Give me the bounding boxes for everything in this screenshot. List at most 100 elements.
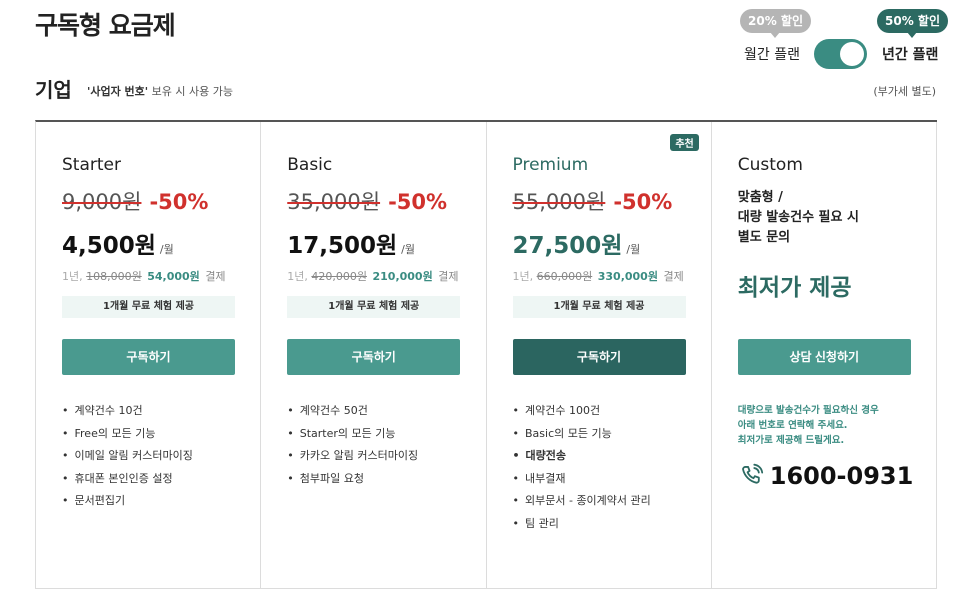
feature-text: 계약건수 50건 [299, 404, 368, 417]
yearly-price: 210,000원 [372, 270, 433, 283]
feature-item: 팀 관리 [513, 516, 651, 539]
contact-note-line: 아래 번호로 연락해 주세요. [737, 420, 848, 431]
yearly-prefix: 1년, [512, 270, 534, 283]
subscribe-button[interactable]: 구독하기 [287, 339, 461, 375]
free-trial-badge: 1개월 무료 체험 제공 [512, 296, 686, 318]
current-price: 17,500원 [287, 233, 398, 259]
pricing-cards: Starter 9,000원 -50% 4,500원/월 1년, 108,000원… [35, 120, 937, 589]
feature-text: 내부결재 [525, 471, 566, 485]
feature-item: 계약건수 10건 [62, 403, 193, 426]
feature-item: 이메일 알림 커스터마이징 [62, 448, 193, 471]
contact-note-line: 최저가로 제공해 드릴게요. [737, 435, 845, 446]
feature-text: 계약건수 100건 [525, 404, 601, 417]
custom-description-line: 대량 발송건수 필요 시 [737, 210, 859, 225]
current-price-row: 27,500원/월 [513, 226, 641, 260]
feature-item: 휴대폰 본인인증 설정 [62, 471, 193, 494]
vat-note: (부가세 별도) [873, 85, 936, 98]
current-price: 27,500원 [512, 233, 623, 259]
free-trial-badge: 1개월 무료 체험 제공 [62, 296, 235, 318]
plan-card-custom: Custom 맞춤형 / 대량 발송건수 필요 시 별도 문의 최저가 제공 상… [712, 122, 937, 588]
discount-rate: -50% [149, 190, 209, 214]
feature-text: 문서편집기 [74, 494, 126, 507]
feature-text: 카카오 알림 커스터마이징 [299, 449, 419, 462]
yearly-suffix: 결제 [663, 270, 684, 283]
feature-item: Free의 모든 기능 [62, 426, 193, 449]
yearly-original-price: 108,000원 [86, 270, 142, 283]
yearly-original-price: 420,000원 [311, 270, 367, 283]
section-title: 기업 [35, 78, 72, 102]
section-note: '사업자 번호' 보유 시 사용 가능 [87, 83, 233, 99]
feature-item: 내부결재 [513, 471, 651, 494]
page-title: 구독형 요금제 [35, 11, 176, 40]
feature-text: 팀 관리 [525, 516, 559, 530]
per-month: /월 [159, 243, 174, 256]
per-month: /월 [626, 243, 641, 256]
subscribe-button[interactable]: 구독하기 [512, 339, 686, 375]
plan-card-premium: 추천 Premium 55,000원 -50% 27,500원/월 1년, 660… [487, 122, 712, 588]
feature-text: 대량전송 [525, 449, 567, 462]
yearly-payment: 1년, 108,000원 54,000원 결제 [62, 268, 226, 284]
feature-text: 휴대폰 본인인증 설정 [74, 471, 173, 485]
feature-text: Basic의 모든 기능 [525, 426, 612, 440]
section-note-rest: 보유 시 사용 가능 [148, 85, 233, 98]
custom-description: 맞춤형 / 대량 발송건수 필요 시 별도 문의 [738, 188, 859, 248]
current-price-row: 4,500원/월 [62, 226, 174, 260]
toggle-knob [840, 42, 864, 66]
plan-card-starter: Starter 9,000원 -50% 4,500원/월 1년, 108,000원… [36, 122, 262, 588]
plan-name: Premium [512, 155, 589, 175]
price-row: 35,000원 -50% [287, 186, 447, 216]
feature-list: 계약건수 10건 Free의 모든 기능 이메일 알림 커스터마이징 휴대폰 본… [62, 403, 193, 516]
feature-item: 문서편집기 [62, 493, 193, 516]
custom-description-line: 별도 문의 [737, 230, 791, 245]
lowest-price-text: 최저가 제공 [737, 275, 852, 301]
contact-note-line: 대량으로 발송건수가 필요하신 경우 [737, 405, 879, 416]
subscribe-button[interactable]: 구독하기 [62, 339, 235, 375]
feature-list: 계약건수 100건 Basic의 모든 기능 대량전송 내부결재 외부문서 - … [513, 403, 651, 538]
yearly-prefix: 1년, [287, 270, 308, 283]
custom-description-line: 맞춤형 / [737, 190, 783, 205]
feature-text: 외부문서 - 종이계약서 관리 [525, 494, 651, 507]
plan-card-basic: Basic 35,000원 -50% 17,500원/월 1년, 420,000원… [261, 122, 487, 588]
yearly-price: 54,000원 [147, 270, 200, 283]
per-month: /월 [401, 243, 415, 256]
contact-note: 대량으로 발송건수가 필요하신 경우 아래 번호로 연락해 주세요. 최저가로 … [738, 403, 879, 448]
billing-period-toggle[interactable] [814, 39, 867, 69]
current-price-row: 17,500원/월 [287, 226, 415, 260]
yearly-suffix: 결제 [205, 270, 226, 283]
feature-text: Free의 모든 기능 [74, 426, 156, 440]
yearly-payment: 1년, 420,000원 210,000원 결제 [287, 268, 458, 284]
feature-item: 대량전송 [513, 448, 651, 471]
plan-name: Custom [737, 155, 803, 175]
original-price: 35,000원 [287, 190, 381, 214]
discount-rate: -50% [613, 190, 673, 214]
monthly-discount-badge: 20% 할인 [740, 9, 811, 38]
original-price: 55,000원 [512, 190, 606, 214]
price-row: 9,000원 -50% [62, 186, 208, 216]
plan-name: Starter [62, 155, 121, 175]
feature-text: 이메일 알림 커스터마이징 [74, 449, 193, 462]
feature-item: 계약건수 50건 [287, 403, 418, 426]
monthly-plan-label[interactable]: 월간 플랜 [744, 44, 800, 64]
feature-item: 첨부파일 요청 [287, 471, 418, 494]
section-note-bold: '사업자 번호' [87, 85, 149, 98]
feature-item: 계약건수 100건 [513, 403, 651, 426]
phone-number[interactable]: 1600-0931 [770, 462, 914, 490]
original-price: 9,000원 [62, 190, 142, 214]
feature-item: 외부문서 - 종이계약서 관리 [513, 493, 651, 516]
free-trial-badge: 1개월 무료 체험 제공 [287, 296, 461, 318]
current-price: 4,500원 [62, 233, 156, 259]
feature-list: 계약건수 50건 Starter의 모든 기능 카카오 알림 커스터마이징 첨부… [287, 403, 418, 493]
plan-name: Basic [287, 155, 333, 175]
yearly-original-price: 660,000원 [536, 270, 593, 283]
feature-text: 첨부파일 요청 [299, 471, 364, 485]
yearly-discount-badge: 50% 할인 [877, 9, 948, 38]
yearly-plan-label[interactable]: 년간 플랜 [882, 44, 938, 64]
recommend-badge: 추천 [670, 134, 699, 151]
feature-item: 카카오 알림 커스터마이징 [287, 448, 418, 471]
discount-rate: -50% [388, 190, 448, 214]
price-row: 55,000원 -50% [513, 186, 673, 216]
yearly-payment: 1년, 660,000원 330,000원 결제 [513, 268, 684, 284]
consultation-button[interactable]: 상담 신청하기 [737, 339, 911, 375]
yearly-suffix: 결제 [438, 270, 459, 283]
phone-contact[interactable]: 1600-0931 [738, 462, 914, 490]
